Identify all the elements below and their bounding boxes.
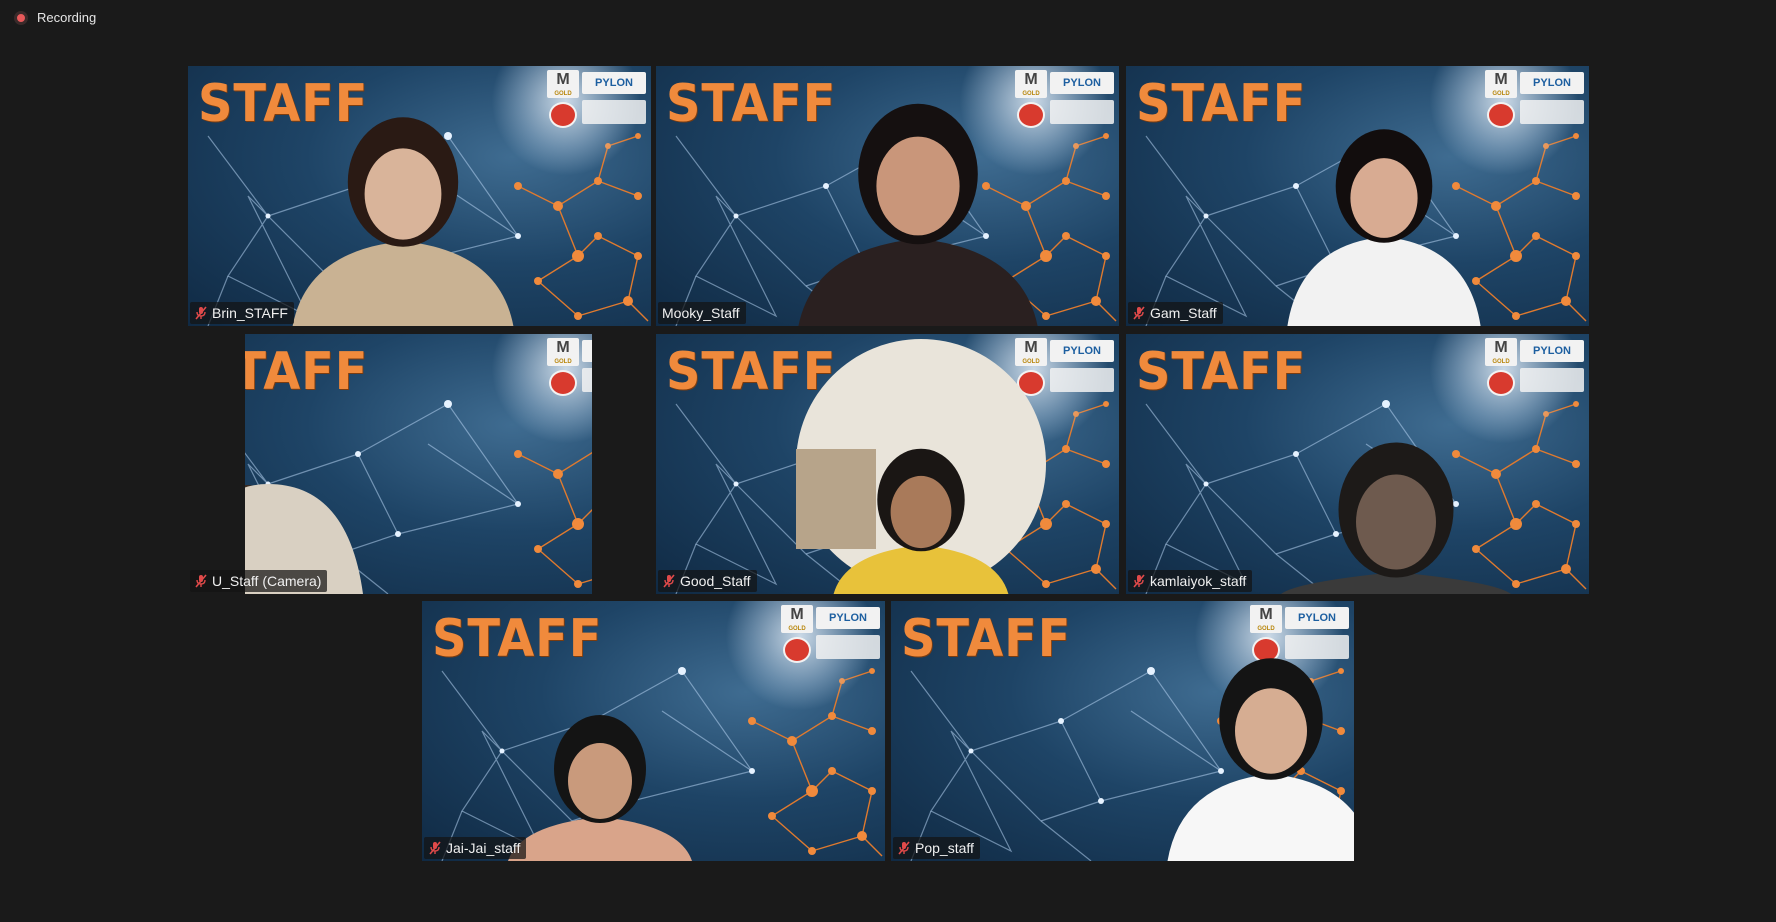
participant-tile-7[interactable]: STAFF M GOLD PYLON Jai-Jai_staff <box>422 601 885 861</box>
participant-video <box>1167 658 1354 861</box>
participant-name-tag: Mooky_Staff <box>658 302 746 324</box>
participant-video <box>796 339 1046 594</box>
participant-name-tag: Pop_staff <box>893 837 980 859</box>
mic-muted-icon <box>195 574 207 588</box>
participant-tile-6[interactable]: STAFF M GOLD PYLON kamlaiyok_staff <box>1126 334 1589 594</box>
letterbox-right <box>592 334 651 594</box>
recording-label: Recording <box>37 10 97 25</box>
participant-name-tag: Brin_STAFF <box>190 302 294 324</box>
participant-tile-3[interactable]: STAFF M GOLD PYLON Gam_Staff <box>1126 66 1589 326</box>
mic-muted-icon <box>195 306 207 320</box>
mic-muted-icon <box>1133 306 1145 320</box>
recording-indicator[interactable]: Recording <box>14 10 96 25</box>
participant-name: Gam_Staff <box>1150 305 1217 321</box>
mic-muted-icon <box>429 841 441 855</box>
participant-video <box>508 715 692 861</box>
participant-tile-4[interactable]: STAFF MGOLD PYLON U_Staff (Camera) <box>188 334 651 594</box>
participant-name: U_Staff (Camera) <box>212 573 322 589</box>
participant-name-tag: Jai-Jai_staff <box>424 837 527 859</box>
participant-tile-2[interactable]: STAFF M GOLD PYLON Mooky_Staff <box>656 66 1119 326</box>
participant-name-tag: Gam_Staff <box>1128 302 1223 324</box>
participant-name-tag: U_Staff (Camera) <box>190 570 328 592</box>
participant-video <box>188 484 363 594</box>
participant-tile-8[interactable]: STAFF M GOLD PYLON Pop_staff <box>891 601 1354 861</box>
participant-video <box>292 117 514 326</box>
mic-muted-icon <box>898 841 910 855</box>
mic-muted-icon <box>1133 574 1145 588</box>
participant-name-tag: kamlaiyok_staff <box>1128 570 1253 592</box>
participant-video <box>1281 442 1511 594</box>
letterbox-left <box>188 334 245 594</box>
participant-name: Good_Staff <box>680 573 751 589</box>
mic-muted-icon <box>663 574 675 588</box>
participant-name: Brin_STAFF <box>212 305 288 321</box>
participant-video <box>798 103 1038 326</box>
recording-icon <box>14 10 28 25</box>
participant-name: Jai-Jai_staff <box>446 840 521 856</box>
participant-video <box>1287 129 1481 326</box>
participant-tile-5[interactable]: STAFF M GOLD PYLON Good_Staff <box>656 334 1119 594</box>
participant-tile-1[interactable]: STAFF M GOLD PYLON Brin_STAFF <box>188 66 651 326</box>
participant-name: Mooky_Staff <box>662 305 740 321</box>
participant-name: Pop_staff <box>915 840 974 856</box>
participant-name-tag: Good_Staff <box>658 570 757 592</box>
participant-name: kamlaiyok_staff <box>1150 573 1247 589</box>
